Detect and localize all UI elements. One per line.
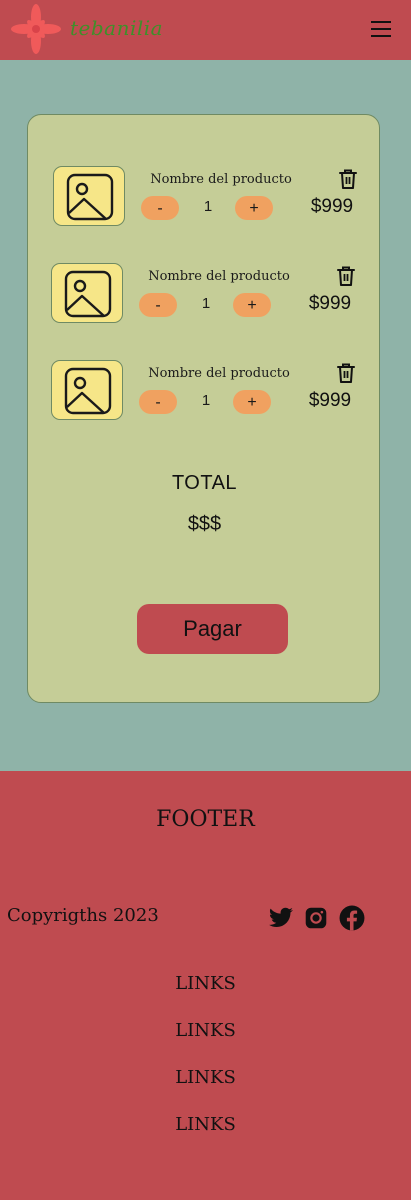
increase-quantity-button[interactable]: + xyxy=(233,390,271,414)
footer-link[interactable]: LINKS xyxy=(0,1114,411,1135)
footer-link[interactable]: LINKS xyxy=(0,1020,411,1041)
increase-quantity-button[interactable]: + xyxy=(235,196,273,220)
trash-icon[interactable] xyxy=(336,265,356,287)
trash-icon[interactable] xyxy=(338,168,358,190)
quantity-value: 1 xyxy=(203,198,213,215)
product-name: Nombre del producto xyxy=(148,269,290,284)
decrease-quantity-button[interactable]: - xyxy=(139,390,177,414)
product-price: $999 xyxy=(308,293,352,314)
cart-item: Nombre del producto - 1 + $999 xyxy=(28,360,381,430)
product-thumbnail[interactable] xyxy=(51,263,123,323)
image-placeholder-icon xyxy=(64,367,112,415)
facebook-icon[interactable] xyxy=(339,905,365,931)
instagram-icon[interactable] xyxy=(303,905,329,931)
trash-icon[interactable] xyxy=(336,362,356,384)
pay-button[interactable]: Pagar xyxy=(137,604,288,654)
total-label: TOTAL xyxy=(171,472,238,494)
total-value: $$$ xyxy=(187,513,222,535)
cart-item: Nombre del producto - 1 + $999 xyxy=(28,166,381,236)
footer-link[interactable]: LINKS xyxy=(0,1067,411,1088)
image-placeholder-icon xyxy=(66,173,114,221)
footer: FOOTER Copyrigths 2023 LINKS LINKS LINKS… xyxy=(0,771,411,1200)
product-name: Nombre del producto xyxy=(150,172,292,187)
header: tebanilia xyxy=(0,0,411,60)
copyright-text: Copyrigths 2023 xyxy=(7,905,159,926)
increase-quantity-button[interactable]: + xyxy=(233,293,271,317)
decrease-quantity-button[interactable]: - xyxy=(141,196,179,220)
flower-logo-icon[interactable] xyxy=(10,3,62,55)
quantity-value: 1 xyxy=(201,295,211,312)
footer-link[interactable]: LINKS xyxy=(0,973,411,994)
product-name: Nombre del producto xyxy=(148,366,290,381)
product-thumbnail[interactable] xyxy=(51,360,123,420)
twitter-icon[interactable] xyxy=(268,905,294,931)
image-placeholder-icon xyxy=(64,270,112,318)
product-price: $999 xyxy=(308,390,352,411)
decrease-quantity-button[interactable]: - xyxy=(139,293,177,317)
quantity-value: 1 xyxy=(201,392,211,409)
cart-item: Nombre del producto - 1 + $999 xyxy=(28,263,381,333)
footer-title: FOOTER xyxy=(156,807,255,832)
product-thumbnail[interactable] xyxy=(53,166,125,226)
cart-card: Nombre del producto - 1 + $999 Nombre de… xyxy=(27,114,380,703)
hamburger-menu-icon[interactable] xyxy=(370,19,392,39)
brand-name[interactable]: tebanilia xyxy=(70,16,163,40)
product-price: $999 xyxy=(310,196,354,217)
